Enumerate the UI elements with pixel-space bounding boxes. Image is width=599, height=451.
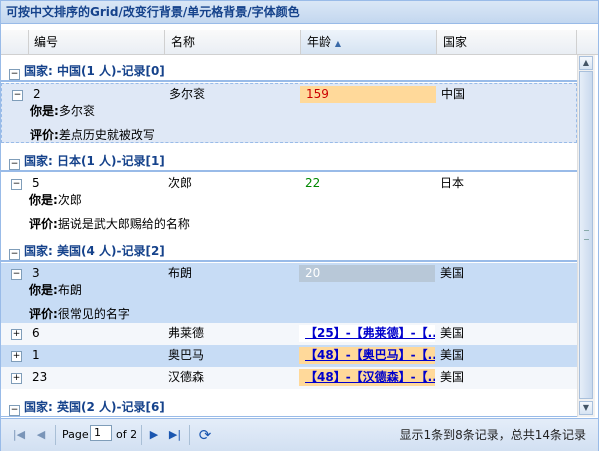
group-label: 国家: 美国(4 人)-记录[2] xyxy=(24,244,165,258)
row-detail-name: 你是:布朗 xyxy=(29,281,82,298)
expand-row-icon[interactable]: + xyxy=(11,329,22,340)
table-row[interactable]: + 1 奥巴马 【48】-【奥巴马】-【... 美国 xyxy=(1,345,577,367)
page-label: Page xyxy=(62,428,89,441)
row-detail-comment: 评价:很常见的名字 xyxy=(29,305,130,322)
cell-id: 23 xyxy=(32,370,48,384)
scrollbar-thumb[interactable] xyxy=(579,71,593,399)
cell-country: 美国 xyxy=(440,348,465,362)
group-header[interactable]: − 国家: 美国(4 人)-记录[2] xyxy=(1,240,577,262)
detail-name-value: 次郎 xyxy=(57,193,82,207)
panel-title: 可按中文排序的Grid/改变行背景/单元格背景/字体颜色 xyxy=(1,1,598,24)
cell-age: 159 xyxy=(300,86,436,103)
expand-row-icon[interactable]: + xyxy=(11,373,22,384)
detail-comment-value: 差点历史就被改写 xyxy=(58,128,155,142)
cell-name: 奥巴马 xyxy=(168,348,205,362)
group-header[interactable]: − 国家: 英国(2 人)-记录[6] xyxy=(1,396,577,417)
cell-age[interactable]: 【25】-【弗莱德】-【... xyxy=(299,325,435,342)
detail-name-value: 多尔衮 xyxy=(58,104,95,118)
cell-age-link[interactable]: 【25】-【弗莱德】-【... xyxy=(305,326,435,340)
cell-age-link[interactable]: 【48】-【奥巴马】-【... xyxy=(305,348,435,362)
detail-comment-label: 评价: xyxy=(29,307,58,321)
collapse-row-icon[interactable]: − xyxy=(12,90,23,101)
column-header-country-label: 国家 xyxy=(443,35,468,49)
cell-name: 多尔衮 xyxy=(169,87,206,101)
cell-age[interactable]: 【48】-【奥巴马】-【... xyxy=(299,347,435,364)
page-count-label: of 2 xyxy=(116,428,138,441)
cell-age[interactable]: 【48】-【汉德森】-【... xyxy=(299,369,435,386)
column-header-age-label: 年龄 xyxy=(307,35,332,49)
cell-id: 1 xyxy=(32,348,40,362)
row-detail-name: 你是:多尔衮 xyxy=(30,102,95,119)
cell-name: 弗莱德 xyxy=(168,326,205,340)
collapse-group-icon[interactable]: − xyxy=(9,69,20,80)
column-header-row: 编号 名称 年龄 ▲ 国家 xyxy=(1,30,598,55)
page-number-input[interactable]: 1 xyxy=(90,425,112,441)
column-header-age[interactable]: 年龄 ▲ xyxy=(301,30,437,54)
collapse-group-icon[interactable]: − xyxy=(9,159,20,170)
column-header-id[interactable]: 编号 xyxy=(29,30,165,54)
prev-page-icon[interactable]: ◀ xyxy=(33,427,49,443)
grip-icon xyxy=(584,230,589,240)
group-label: 国家: 日本(1 人)-记录[1] xyxy=(24,154,165,168)
cell-age: 22 xyxy=(299,175,435,192)
row-detail-comment: 评价:差点历史就被改写 xyxy=(30,126,155,143)
cell-country: 中国 xyxy=(441,87,466,101)
collapse-group-icon[interactable]: − xyxy=(9,249,20,260)
collapse-group-icon[interactable]: − xyxy=(9,405,20,416)
detail-comment-label: 评价: xyxy=(29,217,58,231)
cell-name: 汉德森 xyxy=(168,370,205,384)
collapse-row-icon[interactable]: − xyxy=(11,179,22,190)
grid-body: − 国家: 中国(1 人)-记录[0] − 2 多尔衮 159 中国 你是:多尔衮… xyxy=(1,55,577,417)
cell-country: 美国 xyxy=(440,266,465,280)
vertical-scrollbar[interactable]: ▲ ▼ xyxy=(577,55,595,417)
table-row[interactable]: + 6 弗莱德 【25】-【弗莱德】-【... 美国 xyxy=(1,323,577,345)
column-header-country[interactable]: 国家 xyxy=(437,30,577,54)
table-row[interactable]: + 23 汉德森 【48】-【汉德森】-【... 美国 xyxy=(1,367,577,389)
toolbar-separator xyxy=(189,425,190,445)
detail-name-label: 你是: xyxy=(29,193,58,207)
detail-comment-value: 据说是武大郎赐给的名称 xyxy=(57,217,190,231)
scroll-up-icon[interactable]: ▲ xyxy=(579,56,593,70)
cell-age: 20 xyxy=(299,265,435,282)
cell-country: 美国 xyxy=(440,326,465,340)
column-header-id-label: 编号 xyxy=(34,35,59,49)
table-row[interactable]: − 3 布朗 20 美国 你是:布朗 评价:很常见的名字 xyxy=(1,263,577,323)
cell-name: 布朗 xyxy=(168,266,193,280)
paging-toolbar: |◀ ◀ Page 1 of 2 ▶ ▶| ⟳ 显示1条到8条记录，总共14条记… xyxy=(1,418,598,451)
detail-name-label: 你是: xyxy=(29,283,58,297)
first-page-icon[interactable]: |◀ xyxy=(11,427,27,443)
toolbar-separator xyxy=(141,425,142,445)
row-expander-header xyxy=(1,30,29,54)
last-page-icon[interactable]: ▶| xyxy=(167,427,183,443)
grid-panel: 可按中文排序的Grid/改变行背景/单元格背景/字体颜色 编号 名称 年龄 ▲ … xyxy=(0,0,599,451)
paging-status: 显示1条到8条记录，总共14条记录 xyxy=(399,428,586,442)
collapse-row-icon[interactable]: − xyxy=(11,269,22,280)
cell-country: 日本 xyxy=(440,176,465,190)
cell-age-link[interactable]: 【48】-【汉德森】-【... xyxy=(305,370,435,384)
next-page-icon[interactable]: ▶ xyxy=(146,427,162,443)
row-detail-name: 你是:次郎 xyxy=(29,191,82,208)
detail-name-value: 布朗 xyxy=(57,283,82,297)
group-header[interactable]: − 国家: 日本(1 人)-记录[1] xyxy=(1,150,577,172)
cell-id: 6 xyxy=(32,326,40,340)
cell-country: 美国 xyxy=(440,370,465,384)
toolbar-separator xyxy=(55,425,56,445)
column-header-name[interactable]: 名称 xyxy=(165,30,301,54)
table-row[interactable]: − 2 多尔衮 159 中国 你是:多尔衮 评价:差点历史就被改写 xyxy=(1,83,577,143)
table-row[interactable]: − 5 次郎 22 日本 你是:次郎 评价:据说是武大郎赐给的名称 xyxy=(1,173,577,233)
detail-comment-value: 很常见的名字 xyxy=(57,307,130,321)
detail-comment-label: 评价: xyxy=(30,128,59,142)
group-label: 国家: 中国(1 人)-记录[0] xyxy=(24,64,165,78)
column-header-name-label: 名称 xyxy=(171,35,196,49)
expand-row-icon[interactable]: + xyxy=(11,351,22,362)
scroll-down-icon[interactable]: ▼ xyxy=(579,401,593,415)
group-label: 国家: 英国(2 人)-记录[6] xyxy=(24,400,165,414)
row-detail-comment: 评价:据说是武大郎赐给的名称 xyxy=(29,215,190,232)
sort-asc-icon: ▲ xyxy=(334,39,341,48)
group-header[interactable]: − 国家: 中国(1 人)-记录[0] xyxy=(1,60,577,82)
cell-name: 次郎 xyxy=(168,176,193,190)
refresh-icon[interactable]: ⟳ xyxy=(197,427,213,443)
detail-name-label: 你是: xyxy=(30,104,59,118)
